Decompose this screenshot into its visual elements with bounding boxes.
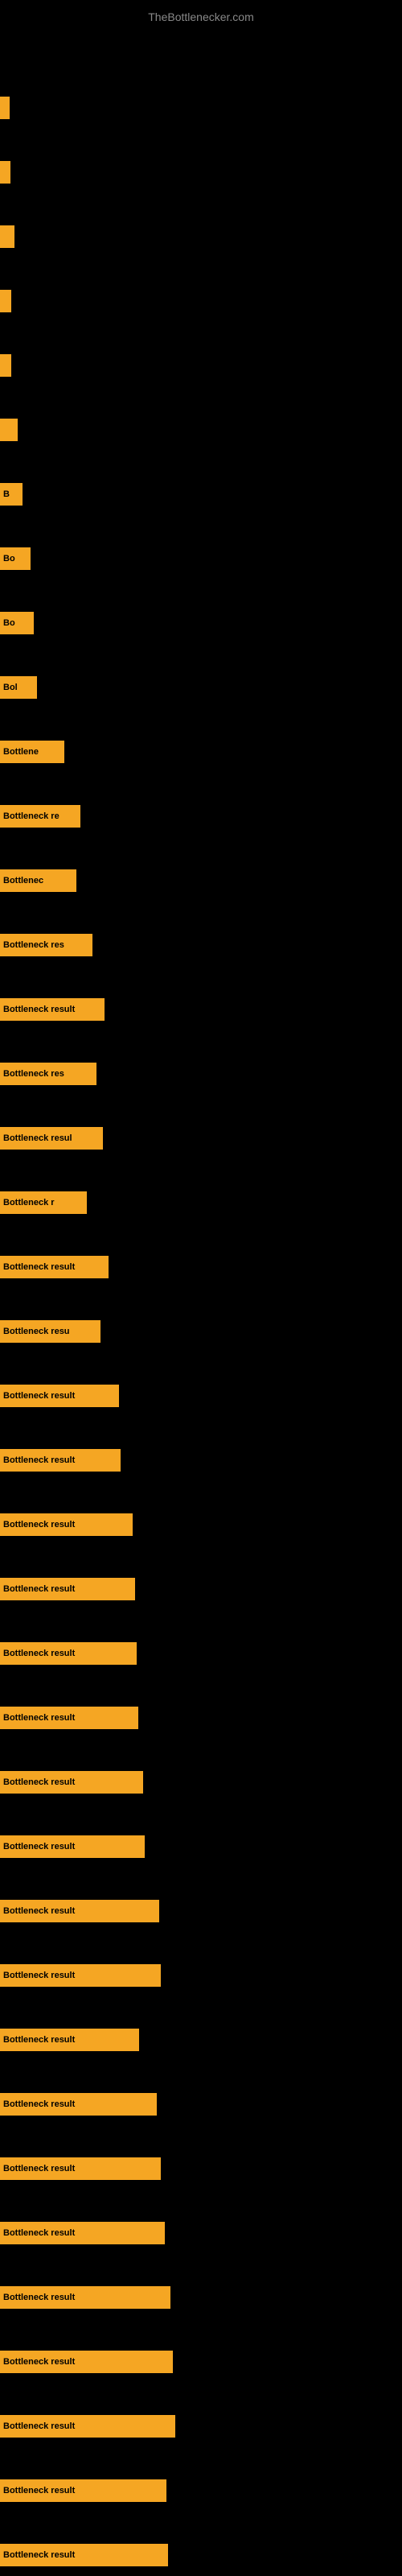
bar-item: Bottleneck result xyxy=(0,2029,139,2051)
bar-item: Bottleneck result xyxy=(0,2351,173,2373)
bar-item: Bottleneck result xyxy=(0,1449,121,1472)
bar-label: Bottleneck result xyxy=(3,2099,75,2109)
site-title: TheBottlenecker.com xyxy=(0,4,402,30)
bar-label: Bottleneck result xyxy=(3,1777,75,1787)
bar-label: Bottleneck result xyxy=(3,2357,75,2367)
bar-item: Bottleneck result xyxy=(0,1385,119,1407)
bar-item: Bo xyxy=(0,547,31,570)
bar-label: Bottlenec xyxy=(3,876,43,886)
bar-item: Bottleneck result xyxy=(0,1578,135,1600)
bar-label: Bottleneck result xyxy=(3,2550,75,2560)
bar-item: Bottleneck result xyxy=(0,2479,166,2502)
bar-item: Bottleneck re xyxy=(0,805,80,828)
bar-item: Bottleneck result xyxy=(0,1707,138,1729)
bar-item: Bottleneck result xyxy=(0,1771,143,1794)
bar-item: Bottleneck result xyxy=(0,1513,133,1536)
bar-label: Bottleneck result xyxy=(3,1262,75,1272)
bar-item: Bottleneck result xyxy=(0,1835,145,1858)
bar-item: Bottleneck result xyxy=(0,1642,137,1665)
bar-item: Bottleneck result xyxy=(0,2415,175,2438)
bar-item: Bottleneck result xyxy=(0,2093,157,2116)
bar-item: Bottleneck res xyxy=(0,934,92,956)
bar-label: Bottleneck result xyxy=(3,1584,75,1594)
bar-item xyxy=(0,225,14,248)
bar-item: Bottleneck res xyxy=(0,1063,96,1085)
bar-label: Bottleneck result xyxy=(3,1906,75,1916)
bar-label: Bottleneck result xyxy=(3,2164,75,2174)
bar-label: Bottleneck r xyxy=(3,1198,55,1208)
bar-item xyxy=(0,161,10,184)
bar-label: Bottleneck result xyxy=(3,2486,75,2496)
bar-label: Bottleneck result xyxy=(3,1005,75,1014)
bar-label: Bottleneck result xyxy=(3,1520,75,1530)
bar-item: Bottlene xyxy=(0,741,64,763)
bar-item: Bottleneck result xyxy=(0,1900,159,1922)
bar-item: Bol xyxy=(0,676,37,699)
bar-item: Bottleneck result xyxy=(0,2222,165,2244)
bar-label: Bottleneck result xyxy=(3,1649,75,1658)
bar-label: Bottleneck result xyxy=(3,1455,75,1465)
bar-label: Bo xyxy=(3,618,15,628)
bar-item xyxy=(0,290,11,312)
bar-item: Bottleneck resul xyxy=(0,1127,103,1150)
bar-label: Bottleneck result xyxy=(3,2035,75,2045)
bar-item: Bottleneck resu xyxy=(0,1320,100,1343)
bar-label: Bottleneck re xyxy=(3,811,59,821)
bar-item: Bottleneck result xyxy=(0,998,105,1021)
bar-label: Bottleneck result xyxy=(3,1842,75,1852)
bar-label: Bottleneck res xyxy=(3,940,64,950)
bar-item xyxy=(0,354,11,377)
bar-label: Bottlene xyxy=(3,747,39,757)
bar-label: Bottleneck result xyxy=(3,1713,75,1723)
bar-item: Bottleneck result xyxy=(0,1256,109,1278)
bar-label: Bo xyxy=(3,554,15,564)
bar-item xyxy=(0,97,10,119)
bar-label: B xyxy=(3,489,10,499)
bar-label: Bottleneck res xyxy=(3,1069,64,1079)
bar-item: B xyxy=(0,483,23,506)
bar-item: Bottleneck result xyxy=(0,2157,161,2180)
bar-label: Bol xyxy=(3,683,18,692)
bar-item: Bottleneck r xyxy=(0,1191,87,1214)
bar-label: Bottleneck result xyxy=(3,2228,75,2238)
bar-item: Bottlenec xyxy=(0,869,76,892)
bar-label: Bottleneck result xyxy=(3,2293,75,2302)
bar-label: Bottleneck result xyxy=(3,2421,75,2431)
bar-item xyxy=(0,419,18,441)
bar-item: Bo xyxy=(0,612,34,634)
bar-label: Bottleneck result xyxy=(3,1971,75,1980)
bar-item: Bottleneck result xyxy=(0,1964,161,1987)
bar-label: Bottleneck resul xyxy=(3,1133,72,1143)
bar-label: Bottleneck result xyxy=(3,1391,75,1401)
bar-item: Bottleneck result xyxy=(0,2544,168,2566)
bar-label: Bottleneck resu xyxy=(3,1327,70,1336)
bar-item: Bottleneck result xyxy=(0,2286,170,2309)
